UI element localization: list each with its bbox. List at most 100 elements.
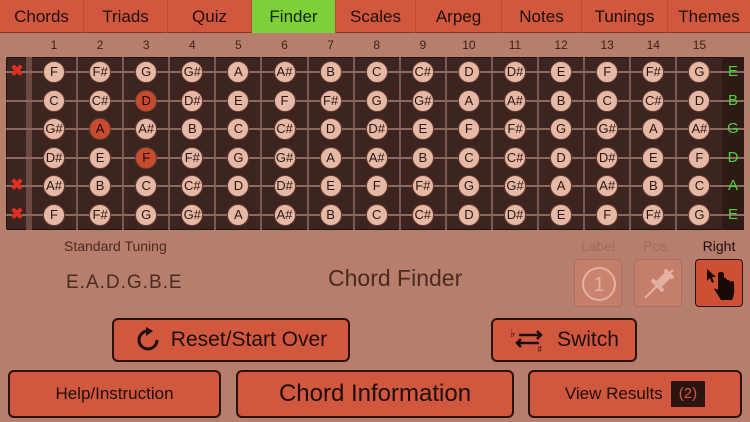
note-dot[interactable]: F (596, 204, 619, 226)
note-dot[interactable]: A# (365, 146, 388, 169)
switch-button[interactable]: ♭ ♯ Switch (491, 318, 637, 362)
note-dot[interactable]: G (135, 204, 158, 226)
note-dot[interactable]: D (688, 89, 711, 112)
note-dot[interactable]: D# (504, 61, 526, 83)
muted-string-x-icon[interactable]: ✖ (10, 207, 24, 223)
note-dot[interactable]: A (319, 146, 342, 169)
note-dot[interactable]: G# (504, 175, 526, 198)
note-dot[interactable]: D# (596, 146, 619, 169)
view-results-button[interactable]: View Results (2) (528, 370, 742, 418)
selected-note-dot[interactable]: D (135, 89, 158, 112)
note-dot[interactable]: G# (181, 204, 204, 226)
note-dot[interactable]: B (550, 89, 573, 112)
note-dot[interactable]: G (365, 89, 388, 112)
note-dot[interactable]: D (319, 118, 342, 141)
note-dot[interactable]: D (457, 204, 480, 226)
tab-notes[interactable]: Notes (502, 0, 582, 33)
note-dot[interactable]: C# (642, 89, 665, 112)
note-dot[interactable]: E (550, 204, 573, 226)
note-dot[interactable]: B (319, 204, 342, 226)
note-dot[interactable]: F (365, 175, 388, 198)
label-toggle-button[interactable]: 1 (574, 259, 622, 307)
note-dot[interactable]: B (411, 146, 434, 169)
reset-button[interactable]: Reset/Start Over (112, 318, 350, 362)
note-dot[interactable]: E (227, 89, 250, 112)
note-dot[interactable]: F# (181, 146, 204, 169)
note-dot[interactable]: C# (504, 146, 526, 169)
note-dot[interactable]: A# (135, 118, 158, 141)
note-dot[interactable]: A (227, 204, 250, 226)
note-dot[interactable]: A (457, 89, 480, 112)
note-dot[interactable]: F (273, 89, 296, 112)
tab-arpeg[interactable]: Arpeg (416, 0, 502, 33)
note-dot[interactable]: G (688, 204, 711, 226)
note-dot[interactable]: C# (181, 175, 204, 198)
note-dot[interactable]: G# (411, 89, 434, 112)
note-dot[interactable]: F# (411, 175, 434, 198)
note-dot[interactable]: E (411, 118, 434, 141)
note-dot[interactable]: B (181, 118, 204, 141)
tab-scales[interactable]: Scales (336, 0, 416, 33)
position-toggle-button[interactable] (634, 259, 682, 307)
note-dot[interactable]: D# (504, 204, 526, 226)
note-dot[interactable]: G (227, 146, 250, 169)
note-dot[interactable]: A# (43, 175, 65, 198)
note-dot[interactable]: B (642, 175, 665, 198)
note-dot[interactable]: D# (273, 175, 296, 198)
chord-information-button[interactable]: Chord Information (236, 370, 514, 418)
note-dot[interactable]: C# (411, 204, 434, 226)
note-dot[interactable]: A (642, 118, 665, 141)
note-dot[interactable]: C (135, 175, 158, 198)
note-dot[interactable]: F (688, 146, 711, 169)
note-dot[interactable]: F# (504, 118, 526, 141)
note-dot[interactable]: F (457, 118, 480, 141)
note-dot[interactable]: A (227, 61, 250, 83)
tab-quiz[interactable]: Quiz (168, 0, 252, 33)
tab-finder[interactable]: Finder (252, 0, 336, 33)
note-dot[interactable]: D (550, 146, 573, 169)
help-button[interactable]: Help/Instruction (8, 370, 221, 418)
note-dot[interactable]: F# (89, 204, 112, 226)
selected-note-dot[interactable]: A (89, 118, 112, 141)
note-dot[interactable]: F# (89, 61, 112, 83)
note-dot[interactable]: D (457, 61, 480, 83)
muted-string-x-icon[interactable]: ✖ (10, 178, 24, 194)
note-dot[interactable]: A# (596, 175, 619, 198)
note-dot[interactable]: B (89, 175, 112, 198)
note-dot[interactable]: C# (89, 89, 112, 112)
note-dot[interactable]: D# (43, 146, 65, 169)
note-dot[interactable]: G (457, 175, 480, 198)
note-dot[interactable]: A (550, 175, 573, 198)
right-hand-toggle-button[interactable] (695, 259, 743, 307)
note-dot[interactable]: D# (365, 118, 388, 141)
note-dot[interactable]: C (596, 89, 619, 112)
note-dot[interactable]: E (89, 146, 112, 169)
note-dot[interactable]: C (365, 61, 388, 83)
note-dot[interactable]: A# (273, 61, 296, 83)
note-dot[interactable]: A# (273, 204, 296, 226)
note-dot[interactable]: G (688, 61, 711, 83)
note-dot[interactable]: F (43, 204, 65, 226)
selected-note-dot[interactable]: F (135, 146, 158, 169)
note-dot[interactable]: G# (181, 61, 204, 83)
muted-string-x-icon[interactable]: ✖ (10, 64, 24, 80)
note-dot[interactable]: B (319, 61, 342, 83)
note-dot[interactable]: G (135, 61, 158, 83)
note-dot[interactable]: C (365, 204, 388, 226)
note-dot[interactable]: E (642, 146, 665, 169)
note-dot[interactable]: C# (273, 118, 296, 141)
note-dot[interactable]: E (550, 61, 573, 83)
note-dot[interactable]: A# (504, 89, 526, 112)
note-dot[interactable]: G# (273, 146, 296, 169)
tab-tunings[interactable]: Tunings (582, 0, 668, 33)
note-dot[interactable]: G# (596, 118, 619, 141)
note-dot[interactable]: F (43, 61, 65, 83)
fretboard[interactable]: ✖ F F# G G# A A# B C C# D D# E F F# G E C C# D D# E F F# G G# A A# B… (6, 57, 744, 230)
note-dot[interactable]: F# (642, 61, 665, 83)
tab-themes[interactable]: Themes (668, 0, 750, 33)
note-dot[interactable]: G (550, 118, 573, 141)
note-dot[interactable]: C (457, 146, 480, 169)
note-dot[interactable]: F (596, 61, 619, 83)
note-dot[interactable]: E (319, 175, 342, 198)
note-dot[interactable]: D (227, 175, 250, 198)
